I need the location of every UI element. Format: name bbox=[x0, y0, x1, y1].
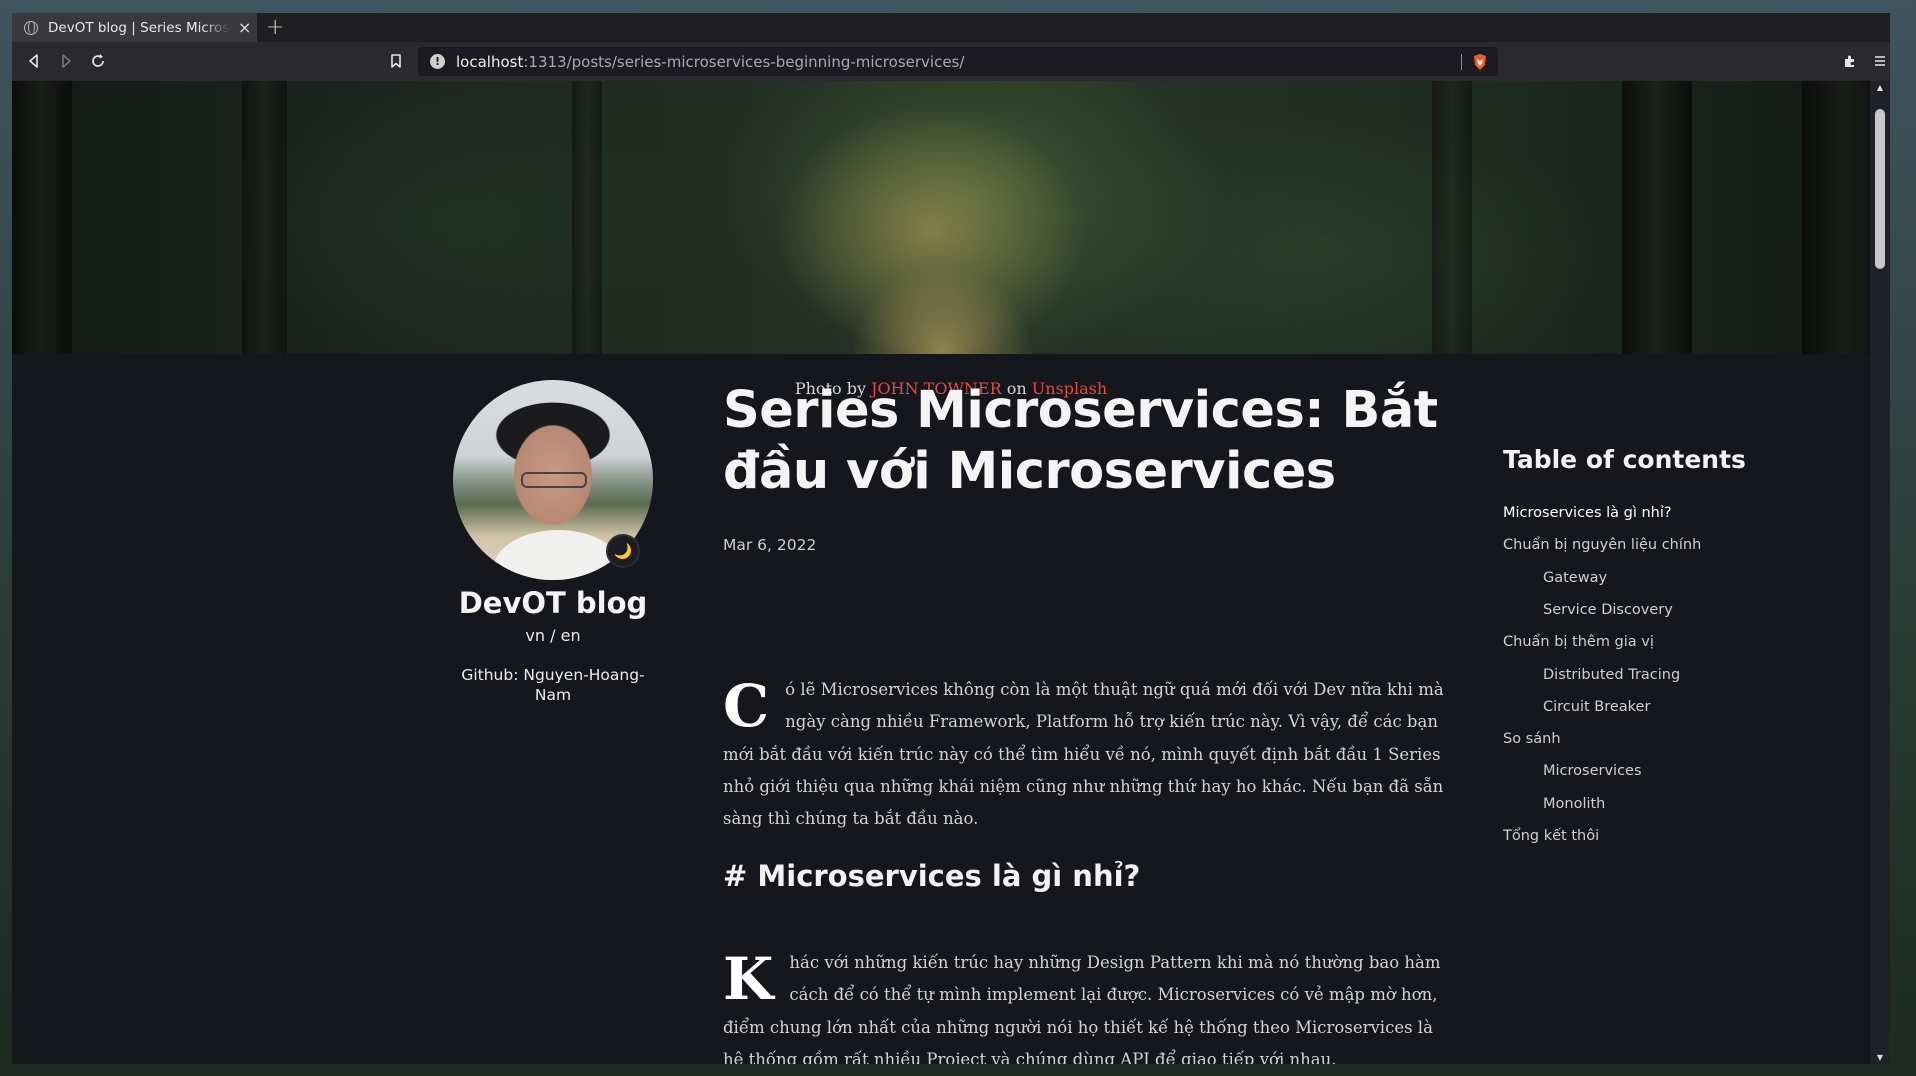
section-heading[interactable]: # Microservices là gì nhỉ? bbox=[723, 859, 1140, 893]
post-date: Mar 6, 2022 bbox=[723, 536, 817, 554]
new-tab-icon[interactable]: + bbox=[266, 15, 284, 40]
reload-icon[interactable] bbox=[88, 51, 108, 71]
bookmark-icon[interactable] bbox=[386, 51, 406, 71]
dropcap: K bbox=[723, 945, 774, 1013]
address-bar[interactable]: ! localhost:1313/posts/series-microservi… bbox=[418, 47, 1498, 76]
toc-item[interactable]: Tổng kết thôi bbox=[1503, 828, 1599, 844]
toc-item[interactable]: Circuit Breaker bbox=[1543, 699, 1650, 715]
lang-vn-link[interactable]: vn bbox=[525, 626, 545, 645]
intro-paragraph: Có lẽ Microservices không còn là một thu… bbox=[723, 672, 1444, 829]
scroll-up-icon[interactable]: ▲ bbox=[1870, 83, 1890, 92]
forward-icon[interactable] bbox=[56, 51, 76, 71]
tab-bar: DevOT blog | Series Microservices: Bắt đ… bbox=[12, 13, 1890, 42]
github-link[interactable]: Github: Nguyen-Hoang-Nam bbox=[453, 665, 653, 705]
dropcap: C bbox=[723, 672, 770, 740]
tab-title: DevOT blog | Series Microservices: Bắt đ… bbox=[48, 19, 230, 36]
url-separator bbox=[1461, 54, 1462, 70]
section-paragraph: Khác với những kiến trúc hay những Desig… bbox=[723, 945, 1441, 1064]
toc-item[interactable]: Chuẩn bị nguyên liệu chính bbox=[1503, 537, 1701, 553]
scroll-down-icon[interactable]: ▼ bbox=[1870, 1053, 1890, 1062]
theme-toggle-moon-icon[interactable]: 🌙 bbox=[606, 534, 640, 568]
page-scrollbar[interactable]: ▲ ▼ bbox=[1870, 81, 1890, 1064]
toc-item[interactable]: Gateway bbox=[1543, 570, 1607, 586]
close-tab-icon[interactable]: × bbox=[238, 18, 251, 37]
toc-item[interactable]: Microservices bbox=[1543, 763, 1642, 779]
lang-en-link[interactable]: en bbox=[561, 626, 581, 645]
toc-item[interactable]: Distributed Tracing bbox=[1543, 667, 1680, 683]
toc-item[interactable]: Service Discovery bbox=[1543, 602, 1673, 618]
menu-icon[interactable] bbox=[1870, 51, 1890, 71]
hero-image bbox=[12, 81, 1890, 354]
language-switcher: vn / en bbox=[525, 626, 581, 645]
toc-item[interactable]: Microservices là gì nhỉ? bbox=[1503, 505, 1672, 521]
site-info-icon[interactable]: ! bbox=[430, 54, 445, 69]
page-viewport: Photo by JOHN TOWNER on Unsplash 🌙 DevOT… bbox=[12, 81, 1890, 1064]
toc-item[interactable]: So sánh bbox=[1503, 731, 1561, 747]
brave-shield-icon[interactable] bbox=[1472, 53, 1488, 71]
post-title: Series Microservices: Bắt đầu với Micros… bbox=[723, 381, 1438, 501]
url-host: localhost bbox=[456, 52, 524, 71]
browser-window: DevOT blog | Series Microservices: Bắt đ… bbox=[12, 13, 1890, 1064]
browser-toolbar: ! localhost:1313/posts/series-microservi… bbox=[12, 42, 1890, 81]
back-icon[interactable] bbox=[24, 51, 44, 71]
scrollbar-thumb[interactable] bbox=[1875, 109, 1885, 269]
toc-item[interactable]: Chuẩn bị thêm gia vị bbox=[1503, 634, 1654, 650]
browser-tab-active[interactable]: DevOT blog | Series Microservices: Bắt đ… bbox=[12, 13, 257, 42]
extensions-icon[interactable] bbox=[1840, 51, 1860, 71]
url-path: :1313/posts/series-microservices-beginni… bbox=[523, 52, 965, 71]
toc-item[interactable]: Monolith bbox=[1543, 796, 1605, 812]
toc-title: Table of contents bbox=[1503, 445, 1746, 474]
blog-title[interactable]: DevOT blog bbox=[453, 586, 653, 620]
globe-icon bbox=[24, 20, 38, 35]
